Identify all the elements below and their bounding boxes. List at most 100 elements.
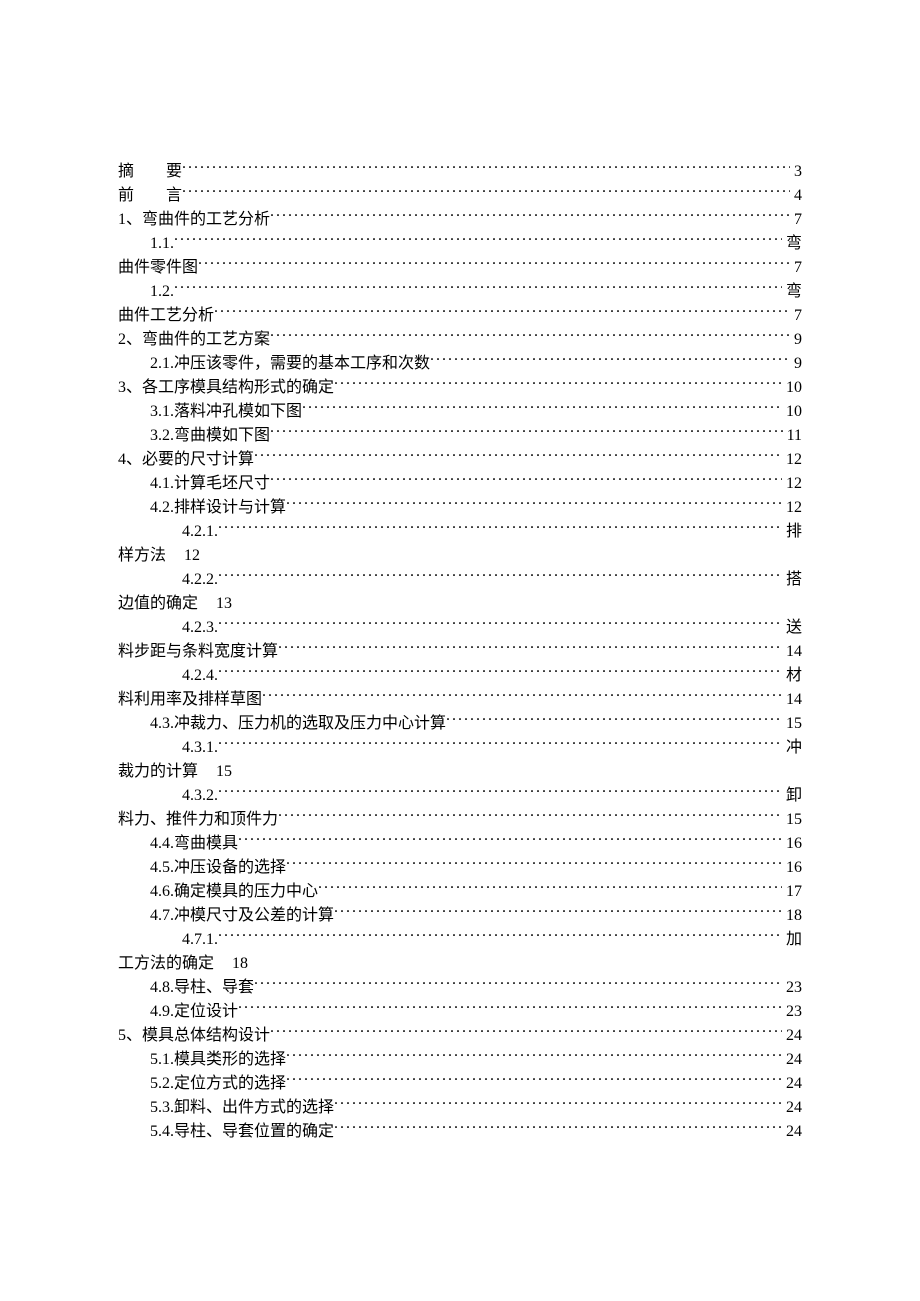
- toc-leader-dots: [334, 904, 782, 920]
- toc-page-number: 7: [790, 256, 802, 280]
- toc-page-number: 排: [782, 520, 802, 544]
- toc-label: 1、弯曲件的工艺分析: [118, 208, 270, 232]
- toc-leader-dots: [182, 160, 790, 176]
- toc-entry: 4.3.冲裁力、压力机的选取及压力中心计算15: [118, 712, 802, 736]
- toc-leader-dots: [254, 448, 782, 464]
- toc-label: 5.4.导柱、导套位置的确定: [150, 1120, 334, 1144]
- toc-label: 4.3.1.: [182, 736, 218, 760]
- toc-leader-dots: [174, 232, 782, 248]
- toc-entry-continuation: 曲件工艺分析 7: [118, 304, 802, 328]
- toc-label: 4、必要的尺寸计算: [118, 448, 254, 472]
- toc-page-number: 7: [790, 208, 802, 232]
- toc-page-number: 12: [782, 448, 802, 472]
- toc-label: 4.4.弯曲模具: [150, 832, 238, 856]
- toc-entry-continuation: 边值的确定13: [118, 592, 802, 616]
- toc-entry: 4.5.冲压设备的选择 16: [118, 856, 802, 880]
- toc-label: 5.1.模具类形的选择: [150, 1048, 286, 1072]
- toc-entry: 5.4.导柱、导套位置的确定24: [118, 1120, 802, 1144]
- toc-label: 4.7.1.: [182, 928, 218, 952]
- toc-leader-dots: [238, 832, 782, 848]
- toc-entry: 4.8.导柱、导套 23: [118, 976, 802, 1000]
- toc-leader-dots: [446, 712, 782, 728]
- toc-label: 4.2.1.: [182, 520, 218, 544]
- toc-label: 4.7.冲模尺寸及公差的计算: [150, 904, 334, 928]
- toc-entry-continuation: 裁力的计算 15: [118, 760, 802, 784]
- toc-label: 4.2.2.: [182, 568, 218, 592]
- toc-label: 4.6.确定模具的压力中心: [150, 880, 318, 904]
- toc-leader-dots: [302, 400, 782, 416]
- toc-page-number: 10: [782, 400, 802, 424]
- toc-leader-dots: [218, 928, 782, 944]
- toc-entry-continuation: 样方法12: [118, 544, 802, 568]
- toc-label: 4.5.冲压设备的选择: [150, 856, 286, 880]
- toc-label: 5.3.卸料、出件方式的选择: [150, 1096, 334, 1120]
- toc-label: 1.1.: [150, 232, 174, 256]
- toc-label: 裁力的计算: [118, 760, 198, 784]
- toc-label: 4.3.2.: [182, 784, 218, 808]
- toc-leader-dots: [270, 328, 790, 344]
- toc-label: 2、弯曲件的工艺方案: [118, 328, 270, 352]
- toc-page-number: 15: [782, 712, 802, 736]
- toc-entry-continuation: 工方法的确定 18: [118, 952, 802, 976]
- toc-label: 料力、推件力和顶件力: [118, 808, 278, 832]
- toc-leader-dots: [318, 880, 782, 896]
- toc-leader-dots: [286, 1048, 782, 1064]
- toc-entry: 4.4.弯曲模具 16: [118, 832, 802, 856]
- toc-leader-dots: [198, 256, 790, 272]
- toc-leader-dots: [214, 304, 790, 320]
- toc-entry: 4.7.冲模尺寸及公差的计算18: [118, 904, 802, 928]
- toc-label: 料利用率及排样草图: [118, 688, 262, 712]
- toc-page-number: 9: [790, 352, 802, 376]
- toc-label: 4.2.3.: [182, 616, 218, 640]
- toc-entry-continuation: 曲件零件图7: [118, 256, 802, 280]
- toc-leader-dots: [270, 1024, 782, 1040]
- toc-leader-dots: [286, 1072, 782, 1088]
- toc-entry-continuation: 料力、推件力和顶件力 15: [118, 808, 802, 832]
- toc-label: 曲件工艺分析: [118, 304, 214, 328]
- toc-leader-dots: [334, 376, 782, 392]
- toc-entry: 4.2.2. 搭: [118, 568, 802, 592]
- toc-entry: 5.2.定位方式的选择24: [118, 1072, 802, 1096]
- toc-page-number: 24: [782, 1024, 802, 1048]
- toc-entry: 4.3.1.冲: [118, 736, 802, 760]
- toc-label: 工方法的确定: [118, 952, 214, 976]
- toc-page-number: 18: [232, 952, 248, 976]
- toc-page-number: 9: [790, 328, 802, 352]
- toc-label: 1.2.: [150, 280, 174, 304]
- toc-entry: 2.1.冲压该零件，需要的基本工序和次数9: [118, 352, 802, 376]
- toc-entry-continuation: 料利用率及排样草图 14: [118, 688, 802, 712]
- toc-label: 3.2.弯曲模如下图: [150, 424, 270, 448]
- toc-entry: 前 言4: [118, 184, 802, 208]
- toc-entry: 4.2.1. 排: [118, 520, 802, 544]
- toc-leader-dots: [182, 184, 790, 200]
- toc-entry: 5.1.模具类形的选择24: [118, 1048, 802, 1072]
- toc-entry: 4.9.定位设计23: [118, 1000, 802, 1024]
- toc-page-number: 16: [782, 856, 802, 880]
- toc-page-number: 7: [790, 304, 802, 328]
- toc-page-number: 弯: [782, 232, 802, 256]
- toc-label: 5.2.定位方式的选择: [150, 1072, 286, 1096]
- toc-leader-dots: [218, 616, 782, 632]
- toc-page-number: 15: [216, 760, 232, 784]
- toc-label: 3.1.落料冲孔模如下图: [150, 400, 302, 424]
- toc-page-number: 23: [782, 1000, 802, 1024]
- toc-page-number: 搭: [782, 568, 802, 592]
- toc-page-number: 加: [782, 928, 802, 952]
- toc-page-number: 14: [782, 688, 802, 712]
- toc-leader-dots: [218, 568, 782, 584]
- toc-label: 前 言: [118, 184, 182, 208]
- toc-entry: 3.2.弯曲模如下图11: [118, 424, 802, 448]
- toc-entry: 4.3.2.卸: [118, 784, 802, 808]
- toc-label: 4.2.4.: [182, 664, 218, 688]
- toc-page-number: 12: [782, 496, 802, 520]
- toc-entry: 4、必要的尺寸计算 12: [118, 448, 802, 472]
- toc-page-number: 16: [782, 832, 802, 856]
- toc-label: 4.8.导柱、导套: [150, 976, 254, 1000]
- toc-leader-dots: [270, 424, 783, 440]
- toc-entry-continuation: 料步距与条料宽度计算14: [118, 640, 802, 664]
- toc-page-number: 15: [782, 808, 802, 832]
- toc-leader-dots: [174, 280, 782, 296]
- toc-page-number: 3: [790, 160, 802, 184]
- toc-page-number: 23: [782, 976, 802, 1000]
- toc-leader-dots: [278, 808, 782, 824]
